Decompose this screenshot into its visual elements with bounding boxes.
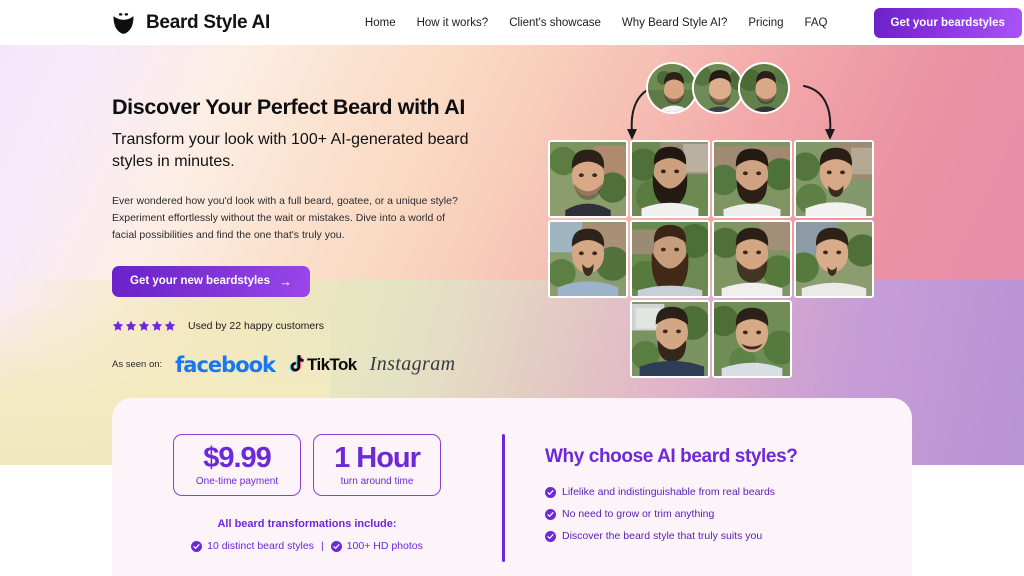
includes-item-photos: 100+ HD photos	[346, 540, 423, 553]
price-boxes: $9.99 One-time payment 1 Hour turn aroun…	[173, 434, 441, 497]
nav-link-pricing[interactable]: Pricing	[748, 17, 783, 29]
nav-links: Home How it works? Client's showcase Why…	[365, 7, 1022, 38]
facebook-logo: facebook	[175, 352, 276, 377]
top-navigation-bar: Beard Style AI Home How it works? Client…	[0, 0, 1024, 45]
why-title: Why choose AI beard styles?	[545, 446, 798, 467]
star-icon	[151, 320, 163, 331]
as-seen-on-label: As seen on:	[112, 359, 163, 371]
grid-item[interactable]	[794, 220, 874, 298]
avatar-photo	[648, 64, 696, 112]
star-icon	[125, 320, 137, 331]
why-item: Discover the beard style that truly suit…	[545, 530, 797, 542]
why-item: Lifelike and indistinguishable from real…	[545, 486, 797, 498]
source-photo-avatars	[646, 62, 790, 114]
star-icon	[164, 320, 176, 331]
price-box: $9.99 One-time payment	[173, 434, 301, 497]
brand-name: Beard Style AI	[146, 11, 270, 33]
price-caption: One-time payment	[195, 476, 279, 488]
grid-item[interactable]	[712, 300, 792, 378]
rating-row: Used by 22 happy customers	[112, 320, 512, 332]
nav-link-faq[interactable]: FAQ	[805, 17, 828, 29]
why-item-label: Lifelike and indistinguishable from real…	[562, 486, 776, 498]
grid-item[interactable]	[630, 300, 710, 378]
beard-result-photo	[796, 222, 872, 296]
rating-text: Used by 22 happy customers	[188, 319, 324, 332]
tiktok-logo-label: TikTok	[307, 354, 357, 374]
turnaround-box: 1 Hour turn around time	[313, 434, 441, 497]
avatar	[692, 62, 744, 114]
hero-cta-label: Get your new beardstyles	[130, 275, 270, 288]
grid-item[interactable]	[630, 140, 710, 218]
check-circle-icon	[330, 540, 342, 552]
showcase-visual	[546, 62, 886, 387]
beard-result-photo	[632, 302, 708, 376]
brand-logo-link[interactable]: Beard Style AI	[110, 9, 270, 36]
beard-result-photo	[714, 302, 790, 376]
grid-item[interactable]	[548, 220, 628, 298]
check-circle-icon	[545, 486, 556, 498]
check-circle-icon	[191, 540, 203, 552]
avatar-photo	[694, 64, 742, 112]
includes-separator: |	[320, 540, 324, 553]
beard-result-photo	[714, 222, 790, 296]
instagram-logo: Instagram	[369, 353, 456, 376]
turnaround-caption: turn around time	[340, 476, 414, 488]
why-list: Lifelike and indistinguishable from real…	[545, 486, 797, 542]
beard-result-photo	[550, 222, 626, 296]
star-icon	[138, 320, 150, 331]
hero-get-beardstyles-button[interactable]: Get your new beardstyles →	[112, 265, 310, 297]
nav-link-why-beard-style-ai[interactable]: Why Beard Style AI?	[622, 17, 727, 29]
arrow-right-icon: →	[278, 273, 292, 289]
nav-get-beardstyles-button[interactable]: Get your beardstyles	[873, 7, 1022, 38]
avatar	[646, 62, 698, 114]
why-column: Why choose AI beard styles? Lifelike and…	[505, 398, 798, 576]
beard-result-photo	[714, 142, 790, 216]
turnaround-amount: 1 Hour	[334, 442, 421, 474]
grid-item[interactable]	[548, 140, 628, 218]
as-seen-on-row: As seen on: facebook TikTok Instagram	[112, 353, 512, 377]
pricing-column: $9.99 One-time payment 1 Hour turn aroun…	[112, 398, 502, 576]
nav-link-how-it-works[interactable]: How it works?	[417, 17, 489, 29]
hero-subheadline: Transform your look with 100+ AI-generat…	[112, 130, 469, 170]
beard-logo-icon	[113, 13, 134, 34]
beard-result-photo	[550, 142, 626, 216]
check-circle-icon	[545, 530, 556, 542]
nav-link-clients-showcase[interactable]: Client's showcase	[509, 17, 601, 29]
hero-text-column: Discover Your Perfect Beard with AI Tran…	[112, 95, 512, 377]
beard-result-photo	[632, 222, 708, 296]
hero-headline: Discover Your Perfect Beard with AI	[112, 95, 465, 119]
grid-item[interactable]	[712, 220, 792, 298]
why-item-label: No need to grow or trim anything	[562, 508, 715, 520]
tiktok-note-icon	[289, 355, 305, 373]
price-amount: $9.99	[203, 442, 272, 474]
avatar	[738, 62, 790, 114]
star-icon	[112, 320, 124, 331]
hero-paragraph: Ever wondered how you'd look with a full…	[112, 194, 458, 241]
includes-item-styles: 10 distinct beard styles	[207, 540, 314, 553]
why-item-label: Discover the beard style that truly suit…	[562, 530, 763, 542]
grid-item[interactable]	[794, 140, 874, 218]
grid-item[interactable]	[712, 140, 792, 218]
beard-result-photo	[796, 142, 872, 216]
star-rating	[112, 320, 176, 332]
check-circle-icon	[545, 508, 556, 520]
nav-link-home[interactable]: Home	[365, 17, 396, 29]
grid-item[interactable]	[630, 220, 710, 298]
avatar-photo	[740, 64, 788, 112]
includes-row: 10 distinct beard styles | 100+ HD photo…	[191, 540, 423, 552]
beard-styles-grid	[548, 140, 878, 378]
tiktok-logo: TikTok	[288, 355, 357, 375]
includes-title: All beard transformations include:	[217, 518, 397, 531]
grid-spacer	[548, 300, 628, 378]
why-item: No need to grow or trim anything	[545, 508, 797, 520]
landing-page: Beard Style AI Home How it works? Client…	[0, 0, 1024, 576]
beard-result-photo	[632, 142, 708, 216]
pricing-info-card: $9.99 One-time payment 1 Hour turn aroun…	[112, 398, 912, 576]
